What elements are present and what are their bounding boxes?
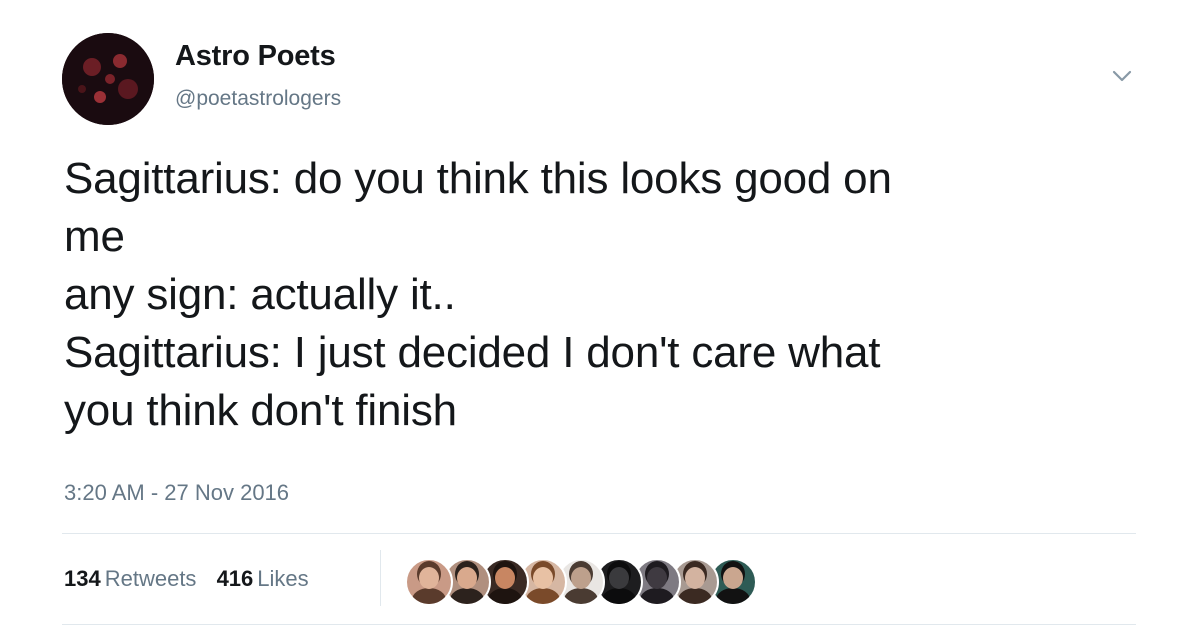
tweet-text: Sagittarius: do you think this looks goo… <box>64 150 1144 440</box>
divider <box>62 624 1136 625</box>
likes-label: Likes <box>257 566 309 591</box>
retweets-count: 134 <box>64 566 101 591</box>
chevron-down-icon[interactable] <box>1110 66 1134 86</box>
author-handle[interactable]: @poetastrologers <box>175 87 341 111</box>
tweet-timestamp[interactable]: 3:20 AM - 27 Nov 2016 <box>64 480 289 506</box>
tweet-text-line: any sign: actually it.. <box>64 270 456 319</box>
likes-stat[interactable]: 416 Likes <box>217 566 309 592</box>
tweet-text-line: Sagittarius: do you think this looks goo… <box>64 154 892 203</box>
liker-avatar[interactable] <box>405 558 453 606</box>
stats-divider <box>380 550 381 606</box>
tweet-text-line: me <box>64 212 125 261</box>
tweet-text-line: Sagittarius: I just decided I don't care… <box>64 328 881 377</box>
author-display-name[interactable]: Astro Poets <box>175 40 336 73</box>
author-avatar[interactable] <box>62 33 154 125</box>
likes-count: 416 <box>216 566 254 591</box>
retweets-label: Retweets <box>104 566 197 591</box>
tweet-stats: 134 Retweets 416 Likes <box>64 566 323 592</box>
divider <box>62 533 1136 534</box>
tweet-text-line: you think don't finish <box>64 386 457 435</box>
tweet-card: Astro Poets @poetastrologers Sagittarius… <box>0 0 1196 628</box>
retweets-stat[interactable]: 134 Retweets <box>64 566 196 592</box>
